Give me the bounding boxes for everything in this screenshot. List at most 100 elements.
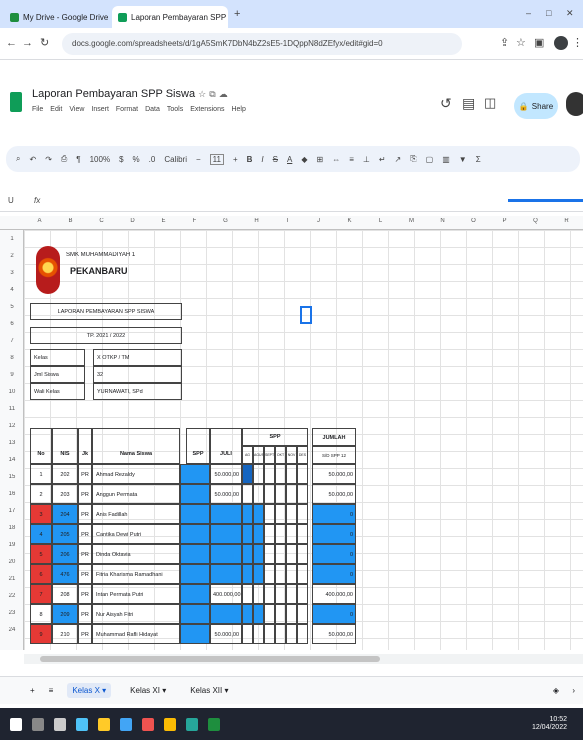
minimize-icon[interactable]: – — [526, 9, 531, 18]
row-header[interactable]: 1 — [2, 236, 22, 242]
sheets-taskbar-icon[interactable] — [208, 717, 220, 731]
row-header[interactable]: 3 — [2, 270, 22, 276]
row-header[interactable]: 6 — [2, 321, 22, 327]
file-explorer-icon[interactable] — [98, 717, 110, 731]
row-header[interactable]: 18 — [2, 525, 22, 531]
column-header[interactable]: Q — [520, 218, 551, 224]
undo-icon[interactable]: ↶ — [29, 155, 36, 164]
history-icon[interactable]: ↺ — [440, 96, 452, 110]
chart-icon[interactable]: ▥ — [442, 155, 450, 164]
column-header[interactable]: A — [24, 218, 55, 224]
column-header[interactable]: C — [86, 218, 117, 224]
menu-format[interactable]: Format — [116, 106, 138, 113]
column-header[interactable]: M — [396, 218, 427, 224]
sidebar-toggle-icon[interactable]: › — [572, 686, 575, 695]
row-header[interactable]: 13 — [2, 440, 22, 446]
row-header[interactable]: 17 — [2, 508, 22, 514]
scrollbar-thumb[interactable] — [40, 656, 380, 662]
valign-icon[interactable]: ⊥ — [363, 155, 370, 164]
task-view-icon[interactable] — [54, 717, 66, 731]
browser-tab-sheets[interactable]: Laporan Pembayaran SPP Siswa - G — [112, 6, 228, 28]
row-header[interactable]: 19 — [2, 542, 22, 548]
row-header[interactable]: 24 — [2, 627, 22, 633]
menu-file[interactable]: File — [32, 106, 43, 113]
row-header[interactable]: 21 — [2, 576, 22, 582]
column-header[interactable]: G — [210, 218, 241, 224]
menu-edit[interactable]: Edit — [50, 106, 62, 113]
link-icon[interactable]: ⎘ — [410, 154, 416, 164]
row-header[interactable]: 23 — [2, 610, 22, 616]
all-sheets-icon[interactable]: ≡ — [49, 686, 54, 695]
row-header[interactable]: 5 — [2, 304, 22, 310]
decimal-icon[interactable]: .0 — [149, 155, 156, 164]
browser-tab-drive[interactable]: My Drive - Google Drive — [4, 6, 108, 28]
italic-icon[interactable]: I — [261, 155, 263, 164]
row-header[interactable]: 16 — [2, 491, 22, 497]
edge-icon[interactable] — [76, 717, 88, 731]
font-size-input[interactable]: 11 — [209, 153, 224, 165]
row-header[interactable]: 11 — [2, 406, 22, 412]
row-header[interactable]: 15 — [2, 474, 22, 480]
column-header[interactable]: N — [427, 218, 458, 224]
print-icon[interactable]: ⎙ — [61, 154, 67, 164]
percent-icon[interactable]: % — [133, 155, 140, 164]
menu-help[interactable]: Help — [231, 106, 245, 113]
text-color-icon[interactable]: A — [287, 155, 292, 164]
title-text[interactable]: Laporan Pembayaran SPP Siswa — [32, 88, 195, 100]
row-header[interactable]: 2 — [2, 253, 22, 259]
store-icon[interactable] — [120, 717, 132, 731]
meet-icon[interactable]: ◫ — [484, 96, 496, 109]
cell-selection[interactable] — [300, 306, 312, 324]
windows-start-icon[interactable] — [10, 717, 22, 731]
menu-tools[interactable]: Tools — [167, 106, 183, 113]
reload-icon[interactable]: ↻ — [40, 38, 49, 49]
row-header[interactable]: 4 — [2, 287, 22, 293]
rotate-icon[interactable]: ↗ — [395, 155, 402, 164]
menu-data[interactable]: Data — [145, 106, 160, 113]
redo-icon[interactable]: ↷ — [45, 155, 52, 164]
paint-format-icon[interactable]: ¶ — [76, 155, 80, 164]
column-header[interactable]: J — [303, 218, 334, 224]
align-icon[interactable]: ≡ — [349, 155, 354, 164]
share-button[interactable]: 🔒 Share — [514, 93, 558, 119]
back-icon[interactable]: ← — [6, 38, 17, 49]
forward-icon[interactable]: → — [22, 38, 33, 49]
system-clock[interactable]: 10:52 12/04/2022 — [532, 716, 567, 733]
zoom-select[interactable]: 100% — [90, 155, 110, 164]
row-header[interactable]: 22 — [2, 593, 22, 599]
strikethrough-icon[interactable]: S — [273, 155, 278, 164]
address-input[interactable]: docs.google.com/spreadsheets/d/1gA5SmK7D… — [62, 33, 462, 55]
new-tab-icon[interactable]: + — [234, 9, 240, 20]
column-header[interactable]: R — [551, 218, 582, 224]
document-title[interactable]: Laporan Pembayaran SPP Siswa ☆ ⧉ ☁ — [32, 88, 228, 100]
row-header[interactable]: 14 — [2, 457, 22, 463]
sheets-logo[interactable] — [10, 92, 22, 112]
chrome-icon[interactable] — [164, 717, 176, 731]
column-header[interactable]: D — [117, 218, 148, 224]
increase-font-icon[interactable]: + — [233, 155, 238, 164]
row-header[interactable]: 10 — [2, 389, 22, 395]
column-header[interactable]: F — [179, 218, 210, 224]
star-icon[interactable]: ☆ — [198, 89, 206, 99]
column-header[interactable]: H — [241, 218, 272, 224]
mail-icon[interactable] — [142, 717, 154, 731]
row-header[interactable]: 8 — [2, 355, 22, 361]
column-header[interactable]: B — [55, 218, 86, 224]
sheet-tab-kelas-xii[interactable]: Kelas XII ▾ — [185, 683, 233, 698]
add-sheet-icon[interactable]: + — [30, 686, 35, 695]
row-header[interactable]: 9 — [2, 372, 22, 378]
row-header[interactable]: 12 — [2, 423, 22, 429]
sheet-tab-kelas-xi[interactable]: Kelas XI ▾ — [125, 683, 171, 698]
borders-icon[interactable]: ⊞ — [317, 155, 324, 164]
comments-icon[interactable]: ▤ — [462, 96, 475, 110]
row-header[interactable]: 7 — [2, 338, 22, 344]
menu-view[interactable]: View — [69, 106, 84, 113]
close-window-icon[interactable]: ✕ — [566, 9, 574, 18]
profile-avatar[interactable] — [554, 36, 568, 50]
merge-icon[interactable]: ⇔ — [332, 155, 340, 164]
row-header[interactable]: 20 — [2, 559, 22, 565]
function-icon[interactable]: Σ — [476, 155, 481, 164]
move-folder-icon[interactable]: ⧉ — [209, 89, 215, 99]
column-header[interactable]: L — [365, 218, 396, 224]
currency-icon[interactable]: $ — [119, 155, 123, 164]
